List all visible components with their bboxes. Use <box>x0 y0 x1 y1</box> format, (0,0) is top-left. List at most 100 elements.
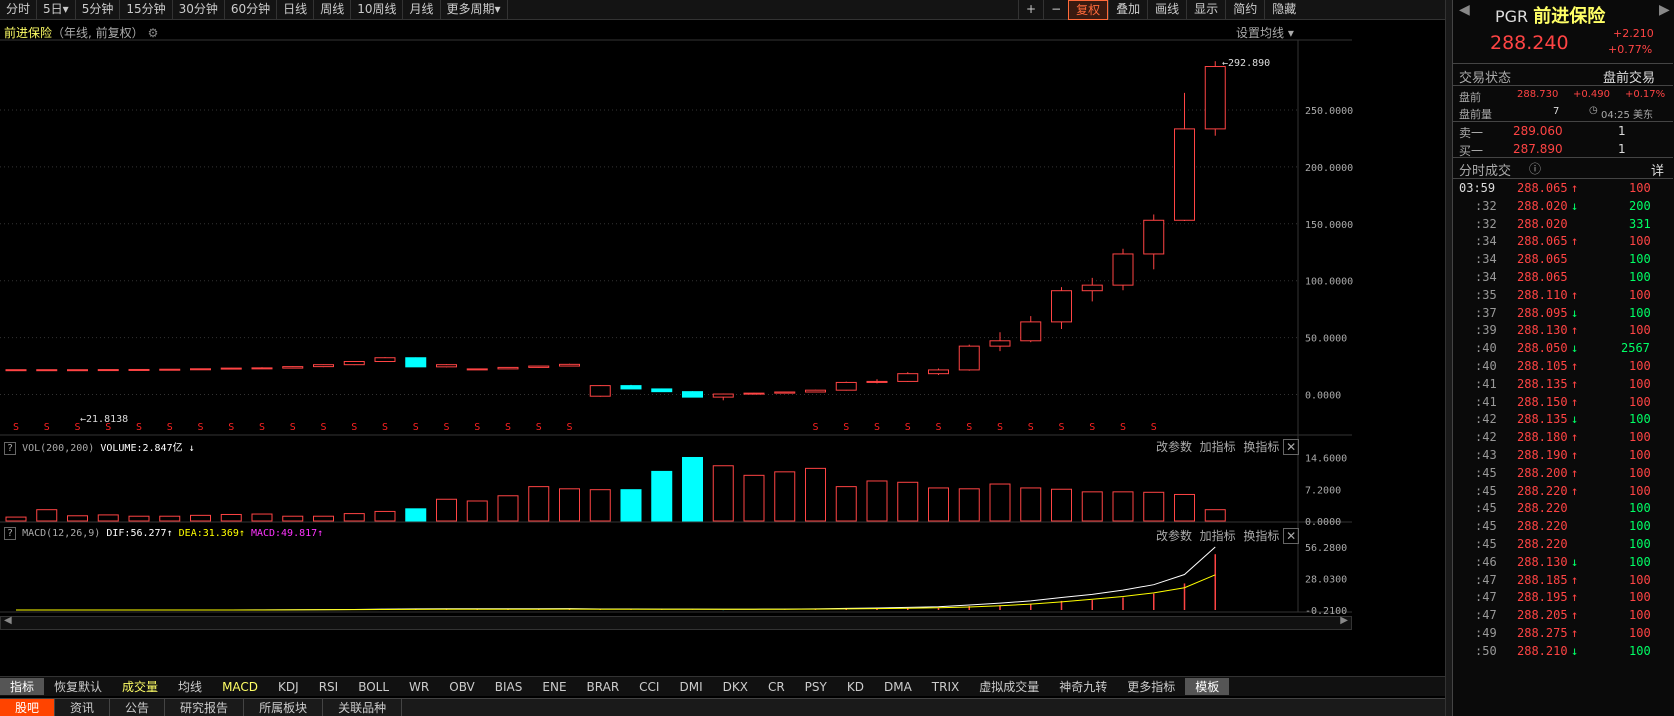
indicator-tab-4[interactable]: MACD <box>212 680 268 694</box>
dividend-marker: S <box>997 422 1003 433</box>
candle-body <box>251 367 273 370</box>
close-icon[interactable]: ✕ <box>1283 439 1300 455</box>
indicator-tab-18[interactable]: KD <box>837 680 874 694</box>
tick-price: 288.065 <box>1517 181 1568 195</box>
dividend-marker: S <box>290 422 296 433</box>
tick-time: :39 <box>1475 323 1497 338</box>
indicator-tab-11[interactable]: ENE <box>532 680 576 694</box>
help-icon[interactable]: ? <box>4 442 17 455</box>
info-icon[interactable]: ⓘ <box>1529 160 1541 177</box>
close-icon[interactable]: ✕ <box>1283 528 1300 544</box>
indicator-tab-9[interactable]: OBV <box>439 680 485 694</box>
add-indicator-button[interactable]: 加指标 <box>1200 529 1236 543</box>
bottom-tab-0[interactable]: 股吧 <box>0 699 56 716</box>
indicator-tab-2[interactable]: 成交量 <box>112 678 168 695</box>
detail-button[interactable]: 详 <box>1651 160 1664 179</box>
indicator-tab-23[interactable]: 更多指标 <box>1117 678 1185 695</box>
indicator-tab-24[interactable]: 模板 <box>1185 678 1230 695</box>
indicator-tab-17[interactable]: PSY <box>795 680 837 694</box>
tick-direction-icon: ↑ <box>1571 483 1579 498</box>
y-tick-label: 200.0000 <box>1305 163 1353 174</box>
down-arrow-icon: ↓ <box>188 443 195 454</box>
indicator-tab-13[interactable]: CCI <box>629 680 669 694</box>
tick-time: :46 <box>1475 554 1497 569</box>
y-tick-label: 50.0000 <box>1305 334 1347 345</box>
tick-volume: 2567 <box>1621 341 1650 356</box>
bottom-tab-4[interactable]: 所属板块 <box>244 699 324 716</box>
add-indicator-button[interactable]: 加指标 <box>1200 440 1236 454</box>
bottom-tab-3[interactable]: 研究报告 <box>165 699 245 716</box>
indicator-tab-20[interactable]: TRIX <box>922 680 969 694</box>
volume-bar <box>774 471 796 522</box>
dea-line <box>16 574 1216 611</box>
tick-row: :37 288.095 ↓ 100 <box>1453 306 1663 325</box>
horizontal-scrollbar[interactable]: ◀ ▶ <box>0 615 1352 630</box>
indicator-tab-19[interactable]: DMA <box>874 680 922 694</box>
volume-bar <box>1204 509 1226 522</box>
volume-bar <box>405 508 427 522</box>
indicator-tab-10[interactable]: BIAS <box>485 680 533 694</box>
bid-volume: 1 <box>1618 142 1626 156</box>
up-arrow-icon: ↑ <box>317 528 324 539</box>
scroll-left-icon[interactable]: ◀ <box>4 615 12 626</box>
tick-time: :34 <box>1475 234 1497 249</box>
candle-body <box>97 369 119 372</box>
stock-name: 前进保险 <box>1533 6 1606 27</box>
tick-volume: 331 <box>1629 216 1651 231</box>
bottom-tab-2[interactable]: 公告 <box>110 699 166 716</box>
volume-bar <box>1051 488 1072 522</box>
macd-actions: 改参数 加指标 换指标 ✕ <box>1156 527 1300 544</box>
indicator-tab-3[interactable]: 均线 <box>168 678 212 695</box>
scroll-right-icon[interactable]: ▶ <box>1340 615 1348 626</box>
indicator-tab-5[interactable]: KDJ <box>268 680 309 694</box>
candle-body <box>835 381 857 391</box>
candle-body <box>1112 253 1134 286</box>
status-label: 交易状态 <box>1459 71 1512 86</box>
candle-body <box>620 385 642 390</box>
tick-price: 288.135 <box>1517 376 1568 391</box>
candle-body <box>1204 66 1226 130</box>
indicator-tab-22[interactable]: 神奇九转 <box>1049 678 1117 695</box>
indicator-tab-21[interactable]: 虚拟成交量 <box>969 678 1049 695</box>
prev-stock-icon[interactable]: ◀ <box>1459 2 1470 18</box>
tick-volume: 100 <box>1629 608 1651 623</box>
help-icon[interactable]: ? <box>4 527 17 540</box>
edit-params-button[interactable]: 改参数 <box>1156 529 1192 543</box>
next-stock-icon[interactable]: ▶ <box>1659 2 1670 18</box>
tick-price: 288.135 <box>1517 412 1568 427</box>
tick-direction-icon: ↑ <box>1571 287 1579 302</box>
bottom-tab-5[interactable]: 关联品种 <box>323 699 403 716</box>
tick-price: 288.220 <box>1517 537 1568 551</box>
tick-row: :46 288.130 ↓ 100 <box>1453 555 1663 574</box>
panel-divider[interactable] <box>1445 0 1452 716</box>
market-time: 04:25 美东 <box>1601 110 1653 121</box>
volume-bar <box>835 486 857 522</box>
volume-bar <box>620 489 642 522</box>
candle-body <box>1174 128 1195 221</box>
candle-body <box>282 366 304 369</box>
indicator-tab-0[interactable]: 指标 <box>0 678 45 695</box>
tick-price: 288.205 <box>1517 608 1568 623</box>
volume-bar <box>559 488 580 522</box>
indicator-tab-16[interactable]: CR <box>758 680 795 694</box>
dividend-marker: S <box>413 422 419 433</box>
bottom-tab-1[interactable]: 资讯 <box>55 699 111 716</box>
indicator-tab-15[interactable]: DKX <box>713 680 758 694</box>
volume-bar <box>220 513 242 522</box>
tick-time: :45 <box>1475 501 1497 516</box>
indicator-tab-14[interactable]: DMI <box>669 680 712 694</box>
ask-label: 卖一 <box>1459 126 1484 140</box>
change-indicator-button[interactable]: 换指标 <box>1243 529 1279 543</box>
dif-value: DIF:56.277 <box>106 528 167 539</box>
pre-volume-label: 盘前量 <box>1459 108 1492 121</box>
tick-volume: 100 <box>1629 572 1651 587</box>
edit-params-button[interactable]: 改参数 <box>1156 440 1192 454</box>
chart-canvas[interactable]: 250.0000 200.0000 150.0000 100.0000 50.0000 0… <box>0 0 1445 676</box>
indicator-tab-12[interactable]: BRAR <box>577 680 630 694</box>
change-indicator-button[interactable]: 换指标 <box>1243 440 1279 454</box>
indicator-tab-1[interactable]: 恢复默认 <box>44 678 112 695</box>
indicator-tab-7[interactable]: BOLL <box>348 680 399 694</box>
indicator-tab-8[interactable]: WR <box>399 680 439 694</box>
dividend-marker: S <box>444 422 450 433</box>
indicator-tab-6[interactable]: RSI <box>309 680 349 694</box>
